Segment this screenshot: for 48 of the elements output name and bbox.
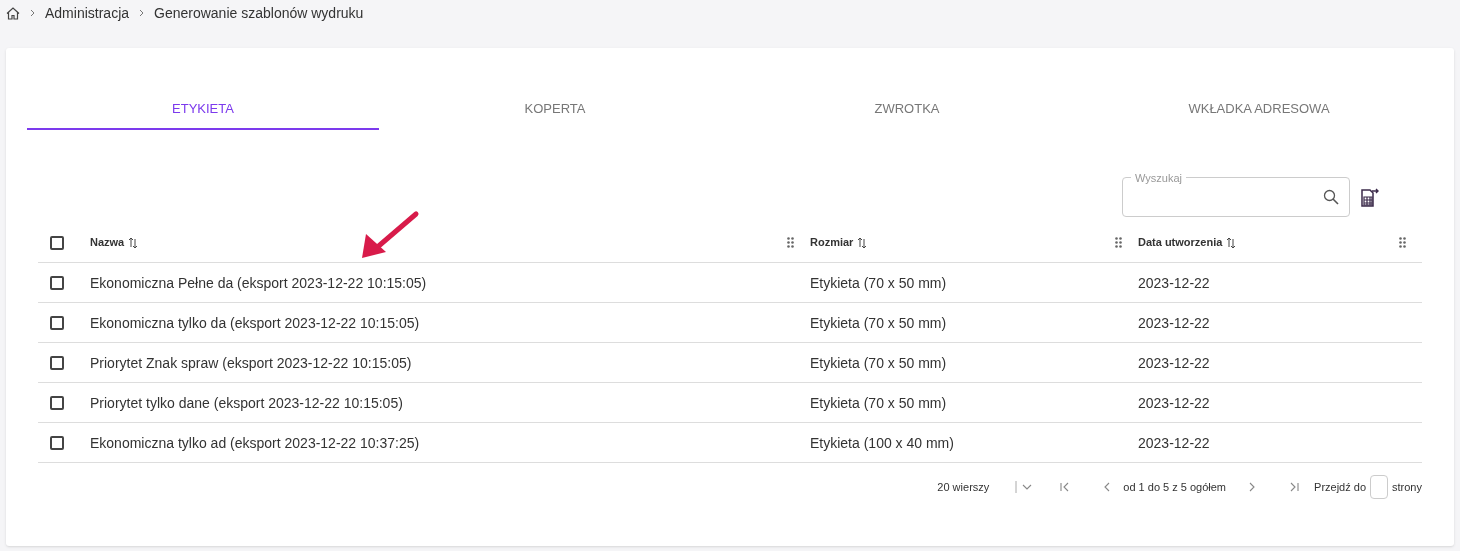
checkbox[interactable] — [50, 275, 64, 290]
drag-handle-icon[interactable] — [1115, 237, 1122, 248]
chevron-icon — [139, 9, 145, 17]
home-icon[interactable] — [6, 6, 20, 20]
page-input[interactable] — [1370, 475, 1389, 499]
sort-icon[interactable] — [128, 236, 139, 249]
page-range: od 1 do 5 z 5 ogółem — [1123, 479, 1227, 495]
table-cell: Ekonomiczna tylko da (eksport 2023-12-22 10:15:05) — [90, 314, 420, 331]
breadcrumb-link[interactable]: Administracja — [45, 2, 130, 24]
checkbox[interactable] — [50, 355, 64, 370]
table-cell: Priorytet Znak spraw (eksport 2023-12-22 10:15:05) — [90, 354, 412, 371]
drag-handle-icon[interactable] — [787, 237, 794, 248]
goto-suffix: strony — [1392, 479, 1422, 495]
checkbox[interactable] — [50, 315, 64, 330]
table-cell: 2023-12-22 — [1138, 394, 1210, 411]
sort-icon[interactable] — [857, 236, 868, 249]
table-cell: Etykieta (70 x 50 mm) — [810, 354, 947, 371]
tab[interactable]: ETYKIETA — [27, 90, 379, 130]
column-header[interactable]: Rozmiar — [810, 234, 854, 251]
table-cell: 2023-12-22 — [1138, 274, 1210, 291]
separator-icon — [1015, 481, 1018, 493]
table-export-icon[interactable] — [1360, 186, 1380, 208]
search-icon[interactable] — [1323, 189, 1339, 205]
tab[interactable]: KOPERTA — [379, 90, 731, 130]
table-cell: 2023-12-22 — [1138, 314, 1210, 331]
tab[interactable]: WKŁADKA ADRESOWA — [1083, 90, 1435, 130]
goto-label: Przejdź do — [1314, 479, 1367, 495]
table-cell: Ekonomiczna Pełne da (eksport 2023-12-22 10:15:05) — [90, 274, 427, 291]
table-cell: Ekonomiczna tylko ad (eksport 2023-12-22 10:37:25) — [90, 434, 420, 451]
sort-icon[interactable] — [1226, 236, 1237, 249]
tab[interactable]: ZWROTKA — [731, 90, 1083, 130]
checkbox[interactable] — [50, 395, 64, 410]
chevron-icon — [30, 9, 35, 17]
drag-handle-icon[interactable] — [1399, 237, 1406, 248]
breadcrumb-current: Generowanie szablonów wydruku — [154, 3, 364, 23]
column-header[interactable]: Data utworzenia — [1138, 234, 1223, 251]
checkbox[interactable] — [50, 435, 64, 450]
table-cell: Etykieta (70 x 50 mm) — [810, 314, 947, 331]
column-header[interactable]: Nazwa — [90, 234, 125, 251]
table-cell: Priorytet tylko dane (eksport 2023-12-22 10:15:05) — [90, 394, 403, 411]
table-cell: Etykieta (100 x 40 mm) — [810, 434, 954, 451]
table-cell: 2023-12-22 — [1138, 434, 1210, 451]
last-page-icon[interactable] — [1288, 481, 1301, 493]
rows-per-page: 20 wierszy — [937, 479, 990, 495]
table-cell: Etykieta (70 x 50 mm) — [810, 274, 947, 291]
checkbox[interactable] — [50, 235, 64, 250]
table-cell: 2023-12-22 — [1138, 354, 1210, 371]
table-cell: Etykieta (70 x 50 mm) — [810, 394, 947, 411]
